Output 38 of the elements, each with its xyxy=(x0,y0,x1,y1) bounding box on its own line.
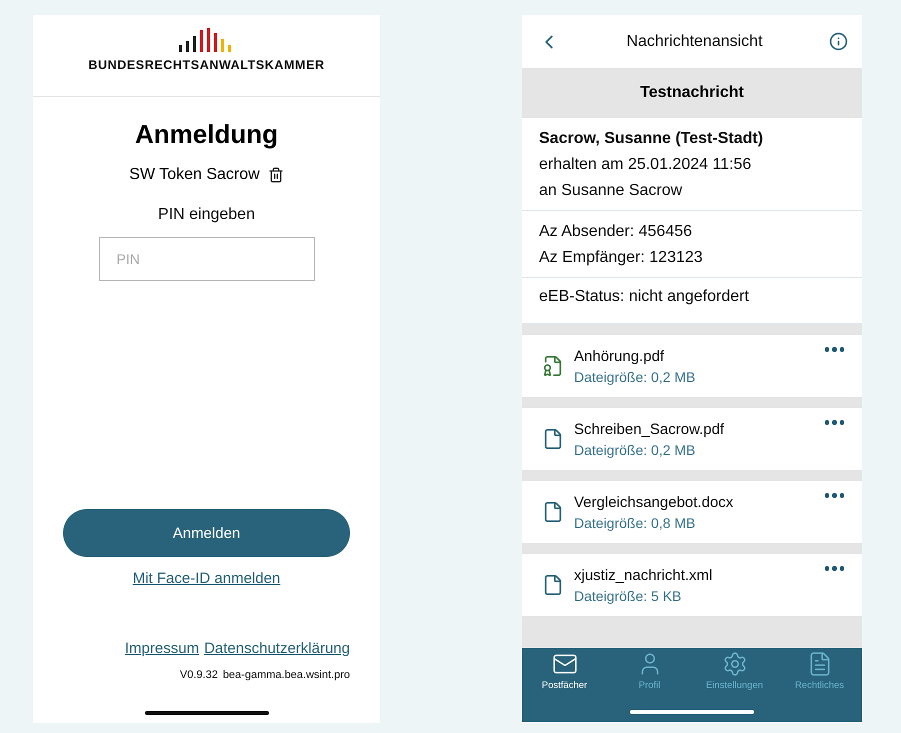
recipient-text: an Susanne Sacrow xyxy=(539,182,684,200)
reference-text: Az Absender: 456456 xyxy=(539,223,694,241)
file-name: Anhörung.pdf xyxy=(574,348,664,364)
tab-item[interactable]: Postfächer xyxy=(522,648,607,691)
file-size: Dateigröße: 0,2 MB xyxy=(574,368,696,384)
reference-text: Az Empfänger: 123123 xyxy=(539,249,704,267)
version-text: V0.9.32 xyxy=(180,669,218,681)
screen-title: Nachrichtenansicht xyxy=(626,32,763,50)
eeb-status: eEB-Status: nicht angefordert xyxy=(539,288,750,306)
sender-name: Sacrow, Susanne (Test-Stadt) xyxy=(539,130,764,148)
file-icon xyxy=(542,428,564,450)
face-id-link[interactable]: Mit Face-ID anmelden xyxy=(132,570,280,587)
host-text: bea-gamma.bea.wsint.pro xyxy=(222,669,350,681)
file-icon xyxy=(542,574,564,596)
file-name: Schreiben_Sacrow.pdf xyxy=(574,420,724,438)
delete-icon[interactable] xyxy=(268,167,284,183)
page-title: Anmeldung xyxy=(135,119,278,150)
file-icon xyxy=(542,501,564,523)
attachment-card[interactable]: Anhörung.pdf Dateigröße: 0,2 MB xyxy=(522,335,862,397)
attachment-card[interactable]: Schreiben_Sacrow.pdf Dateigröße: 0,2 MB xyxy=(522,408,862,470)
received-date: erhalten am 25.01.2024 11:56 xyxy=(539,156,752,174)
pin-label: PIN eingeben xyxy=(158,206,255,224)
token-name: SW Token Sacrow xyxy=(129,166,260,184)
logo-text: BUNDESRECHTSANWALTSKAMMER xyxy=(88,58,325,72)
file-name: Vergleichsangebot.docx xyxy=(574,494,734,510)
file-size: Dateigröße: 5 KB xyxy=(574,588,682,604)
file-size: Dateigröße: 0,2 MB xyxy=(574,442,696,458)
footer-link[interactable]: Impressum xyxy=(124,640,200,657)
attachment-card[interactable]: Vergleichsangebot.docx Dateigröße: 0,8 MB xyxy=(522,481,862,543)
footer-link[interactable]: Datenschutzerklärung xyxy=(204,640,350,657)
info-icon[interactable] xyxy=(828,32,848,51)
file-name: xjustiz_nachricht.xml xyxy=(574,566,712,584)
attachment-card[interactable]: xjustiz_nachricht.xml Dateigröße: 5 KB xyxy=(522,554,862,616)
certified-file-icon xyxy=(542,355,564,377)
pin-field[interactable]: PIN xyxy=(98,237,314,281)
login-button[interactable]: Anmelden xyxy=(63,509,350,557)
file-size: Dateigröße: 0,8 MB xyxy=(574,514,696,530)
settings-icon xyxy=(722,651,748,677)
